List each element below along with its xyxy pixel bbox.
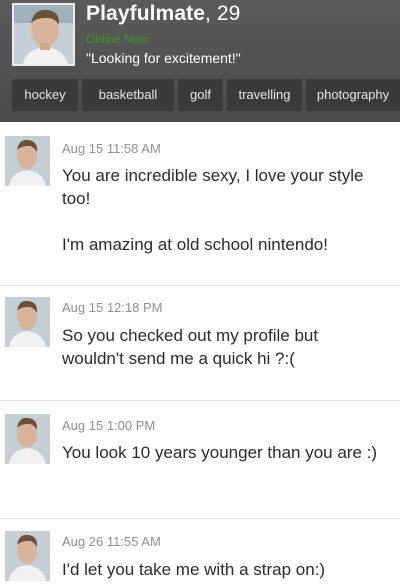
- message-text: So you checked out my profile but wouldn…: [62, 326, 319, 368]
- sender-avatar[interactable]: [5, 297, 50, 347]
- sender-avatar[interactable]: [5, 531, 50, 581]
- message-text: You look 10 years younger than you are :…: [62, 443, 378, 462]
- message-list[interactable]: Aug 15 11:58 AM You are incredible sexy,…: [0, 122, 400, 585]
- message-text: I'd let you take me with a strap on:): [62, 560, 326, 579]
- sender-avatar[interactable]: [5, 136, 50, 186]
- avatar-photo: [5, 136, 50, 186]
- tag-golf[interactable]: golf: [178, 79, 223, 111]
- profile-header: Playfulmate, 29 Online Now "Looking for …: [0, 0, 400, 122]
- message-item[interactable]: Aug 26 11:55 AM I'd let you take me with…: [0, 519, 400, 585]
- profile-name: Playfulmate, 29: [86, 2, 240, 26]
- message-timestamp: Aug 26 11:55 AM: [62, 534, 161, 549]
- sender-avatar[interactable]: [5, 414, 50, 464]
- profile-username: Playfulmate: [86, 2, 205, 25]
- message-item[interactable]: Aug 15 11:58 AM You are incredible sexy,…: [0, 122, 400, 286]
- avatar-photo: [5, 414, 50, 464]
- profile-age: , 29: [204, 2, 241, 25]
- message-timestamp: Aug 15 1:00 PM: [62, 418, 156, 433]
- message-timestamp: Aug 15 11:58 AM: [62, 141, 161, 156]
- message-text: You are incredible sexy, I love your sty…: [62, 166, 364, 254]
- tag-travelling[interactable]: travelling: [227, 79, 302, 111]
- tag-photography[interactable]: photography: [306, 79, 400, 111]
- avatar-photo: [5, 531, 50, 581]
- profile-avatar[interactable]: [12, 3, 75, 66]
- avatar-photo: [14, 5, 73, 64]
- avatar-photo: [5, 297, 50, 347]
- tag-basketball[interactable]: basketball: [82, 79, 174, 111]
- profile-quote: "Looking for excitement!": [86, 50, 241, 66]
- online-status: Online Now: [86, 32, 149, 46]
- message-item[interactable]: Aug 15 12:18 PM So you checked out my pr…: [0, 286, 400, 401]
- message-timestamp: Aug 15 12:18 PM: [62, 300, 163, 315]
- tag-hockey[interactable]: hockey: [12, 79, 78, 111]
- message-item[interactable]: Aug 15 1:00 PM You look 10 years younger…: [0, 401, 400, 519]
